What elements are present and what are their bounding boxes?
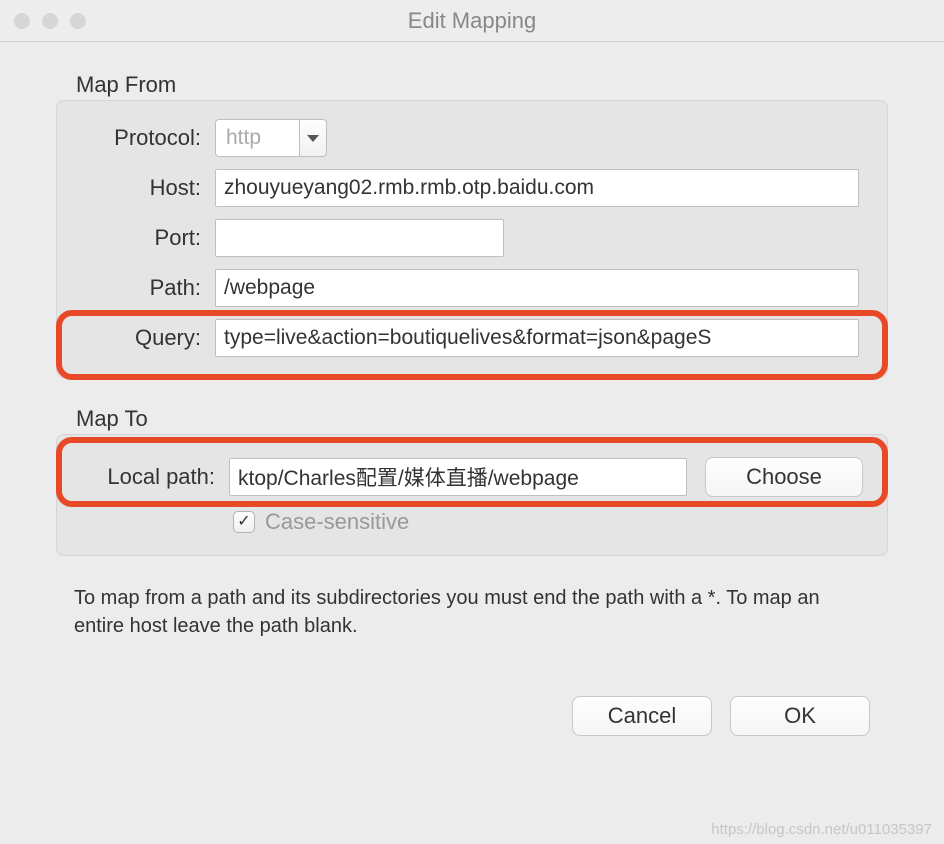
local-path-label: Local path: [73,464,229,490]
protocol-row: Protocol: http [85,119,859,157]
port-input[interactable] [215,219,504,257]
dialog-content: Map From Protocol: http Host: Port: [0,42,944,756]
case-sensitive-checkbox[interactable]: ✓ [233,511,255,533]
path-label: Path: [85,275,215,301]
ok-button[interactable]: OK [730,696,870,736]
port-row: Port: [85,219,859,257]
watermark: https://blog.csdn.net/u011035397 [711,821,932,838]
map-from-section: Protocol: http Host: Port: Path: [56,100,888,378]
query-label: Query: [85,325,215,351]
protocol-label: Protocol: [85,125,215,151]
local-path-row: Local path: Choose [73,457,863,497]
map-from-section-wrap: Protocol: http Host: Port: Path: [56,100,888,378]
case-sensitive-row: ✓ Case-sensitive [233,509,863,535]
path-input[interactable] [215,269,859,307]
zoom-window-button[interactable] [70,13,86,29]
protocol-dropdown-button[interactable] [299,119,327,157]
traffic-lights [14,13,86,29]
query-row: Query: [85,319,859,357]
host-label: Host: [85,175,215,201]
map-from-label: Map From [76,72,888,98]
button-bar: Cancel OK [56,696,888,736]
query-input[interactable] [215,319,859,357]
path-row: Path: [85,269,859,307]
port-label: Port: [85,225,215,251]
close-window-button[interactable] [14,13,30,29]
local-path-input[interactable] [229,458,687,496]
checkmark-icon: ✓ [237,514,250,530]
window-title: Edit Mapping [0,8,944,34]
case-sensitive-label: Case-sensitive [265,509,409,535]
choose-button[interactable]: Choose [705,457,863,497]
cancel-button[interactable]: Cancel [572,696,712,736]
hint-text: To map from a path and its subdirectorie… [74,584,870,640]
host-input[interactable] [215,169,859,207]
map-to-label: Map To [76,406,888,432]
protocol-value: http [215,119,299,157]
minimize-window-button[interactable] [42,13,58,29]
map-to-section: Local path: Choose ✓ Case-sensitive [56,434,888,556]
titlebar: Edit Mapping [0,0,944,42]
host-row: Host: [85,169,859,207]
map-to-section-wrap: Local path: Choose ✓ Case-sensitive [56,434,888,556]
chevron-down-icon [307,135,319,142]
protocol-select[interactable]: http [215,119,327,157]
